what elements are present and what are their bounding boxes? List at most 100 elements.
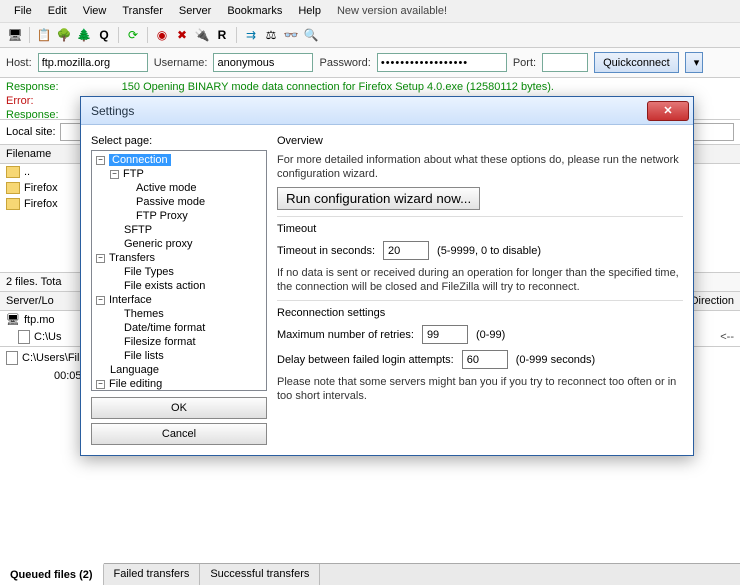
settings-tree[interactable]: −Connection −FTP Active mode Passive mod…: [91, 150, 267, 391]
tree-file-exists[interactable]: File exists action: [124, 280, 205, 292]
file-icon: [6, 351, 18, 365]
quickconnect-button[interactable]: Quickconnect: [594, 52, 679, 73]
delay-label: Delay between failed login attempts:: [277, 354, 454, 366]
overview-text: For more detailed information about what…: [277, 153, 683, 181]
dialog-titlebar[interactable]: Settings ✕: [81, 97, 693, 125]
tree-active-mode[interactable]: Active mode: [136, 182, 197, 194]
disconnect-icon[interactable]: 🔌: [193, 26, 211, 44]
menu-transfer[interactable]: Transfer: [114, 2, 171, 20]
tree-themes[interactable]: Themes: [124, 308, 164, 320]
tree-generic-proxy[interactable]: Generic proxy: [124, 238, 192, 250]
menu-server[interactable]: Server: [171, 2, 219, 20]
tree-transfers[interactable]: Transfers: [109, 252, 155, 264]
file-icon: [18, 330, 30, 344]
tab-failed[interactable]: Failed transfers: [104, 564, 201, 585]
retries-label: Maximum number of retries:: [277, 329, 414, 341]
reconnect-icon[interactable]: R: [213, 26, 231, 44]
port-label: Port:: [513, 57, 536, 69]
tree-collapse-icon[interactable]: −: [96, 296, 105, 305]
tree-passive-mode[interactable]: Passive mode: [136, 196, 205, 208]
folder-icon: [6, 182, 20, 194]
filename-cell: ..: [24, 166, 30, 178]
new-version-link[interactable]: New version available!: [329, 2, 455, 20]
server-label: ftp.mo: [24, 314, 55, 326]
port-input[interactable]: [542, 53, 588, 72]
folder-icon: [6, 166, 20, 178]
reconnection-text: Please note that some servers might ban …: [277, 375, 683, 403]
sitemanager-icon[interactable]: 🖥: [6, 26, 24, 44]
run-wizard-button[interactable]: Run configuration wizard now...: [277, 187, 480, 210]
timeout-input[interactable]: [383, 241, 429, 260]
filename-cell: Firefox: [24, 182, 58, 194]
bottom-tabs: Queued files (2) Failed transfers Succes…: [0, 563, 740, 585]
toggle-log-icon[interactable]: 📋: [35, 26, 53, 44]
folder-icon: [6, 198, 20, 210]
log-label-response: Response:: [6, 109, 59, 120]
quickconnect-bar: Host: Username: Password: Port: Quickcon…: [0, 48, 740, 78]
menu-edit[interactable]: Edit: [40, 2, 75, 20]
username-input[interactable]: [213, 53, 313, 72]
username-label: Username:: [154, 57, 208, 69]
toggle-tree-icon[interactable]: 🌳: [55, 26, 73, 44]
tree-language[interactable]: Language: [110, 364, 159, 376]
toggle-remote-tree-icon[interactable]: 🌲: [75, 26, 93, 44]
retries-input[interactable]: [422, 325, 468, 344]
quickconnect-dropdown[interactable]: ▾: [685, 52, 703, 73]
password-label: Password:: [319, 57, 370, 69]
select-page-label: Select page:: [91, 135, 267, 147]
delay-hint: (0-999 seconds): [516, 354, 596, 366]
tree-interface[interactable]: Interface: [109, 294, 152, 306]
find-icon[interactable]: 🔍: [302, 26, 320, 44]
menu-file[interactable]: File: [6, 2, 40, 20]
tree-connection[interactable]: Connection: [109, 154, 171, 166]
menu-view[interactable]: View: [75, 2, 115, 20]
refresh-icon[interactable]: ⟳: [124, 26, 142, 44]
tree-collapse-icon[interactable]: −: [96, 156, 105, 165]
tree-sftp[interactable]: SFTP: [124, 224, 152, 236]
dialog-title: Settings: [91, 104, 134, 118]
timeout-text: If no data is sent or received during an…: [277, 266, 683, 294]
cancel-icon[interactable]: ✖: [173, 26, 191, 44]
password-input[interactable]: [377, 53, 507, 72]
tree-collapse-icon[interactable]: −: [110, 170, 119, 179]
tree-ftp[interactable]: FTP: [123, 168, 144, 180]
log-label-error: Error:: [6, 95, 34, 107]
menubar: File Edit View Transfer Server Bookmarks…: [0, 0, 740, 23]
host-input[interactable]: [38, 53, 148, 72]
log-label-response: Response:: [6, 81, 59, 93]
timeout-hint: (5-9999, 0 to disable): [437, 245, 541, 257]
timeout-heading: Timeout: [277, 223, 683, 235]
log-message: 150 Opening BINARY mode data connection …: [62, 81, 554, 93]
tree-file-editing[interactable]: File editing: [109, 378, 162, 390]
tree-filelists[interactable]: File lists: [124, 350, 164, 362]
tree-filesize[interactable]: Filesize format: [124, 336, 196, 348]
retries-hint: (0-99): [476, 329, 505, 341]
toolbar: 🖥 📋 🌳 🌲 Q ⟳ ◉ ✖ 🔌 R ⇉ ⚖ 👓 🔍: [0, 23, 740, 48]
queue-path: C:\Us: [34, 331, 62, 343]
cancel-button[interactable]: Cancel: [91, 423, 267, 445]
delay-input[interactable]: [462, 350, 508, 369]
local-site-label: Local site:: [6, 126, 56, 138]
filename-cell: Firefox: [24, 198, 58, 210]
compare-icon[interactable]: ⚖: [262, 26, 280, 44]
filter-icon[interactable]: ⇉: [242, 26, 260, 44]
tab-successful[interactable]: Successful transfers: [200, 564, 320, 585]
reconnection-heading: Reconnection settings: [277, 307, 683, 319]
tree-filetypes[interactable]: File Types: [124, 266, 174, 278]
tree-ftp-proxy[interactable]: FTP Proxy: [136, 210, 188, 222]
server-icon: 🖥: [6, 313, 20, 326]
host-label: Host:: [6, 57, 32, 69]
tab-queued[interactable]: Queued files (2): [0, 563, 104, 585]
overview-heading: Overview: [277, 135, 683, 147]
menu-bookmarks[interactable]: Bookmarks: [219, 2, 290, 20]
queue-icon[interactable]: Q: [95, 26, 113, 44]
menu-help[interactable]: Help: [290, 2, 329, 20]
direction-arrow: <--: [720, 331, 734, 343]
tree-collapse-icon[interactable]: −: [96, 380, 105, 389]
close-button[interactable]: ✕: [647, 101, 689, 121]
tree-collapse-icon[interactable]: −: [96, 254, 105, 263]
ok-button[interactable]: OK: [91, 397, 267, 419]
process-queue-icon[interactable]: ◉: [153, 26, 171, 44]
sync-browse-icon[interactable]: 👓: [282, 26, 300, 44]
tree-datetime[interactable]: Date/time format: [124, 322, 205, 334]
